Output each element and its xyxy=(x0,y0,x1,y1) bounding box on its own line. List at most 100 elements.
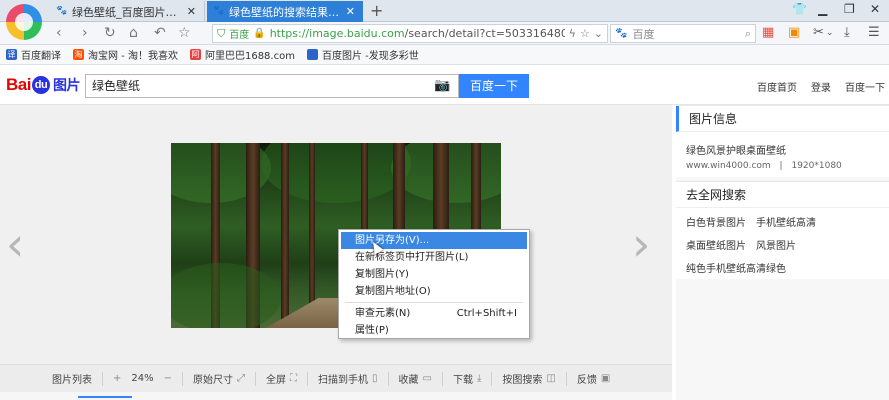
image-viewer: ‹ › 图片列表 + 24% − 原始尺寸 ⤢ 全屏 ⛶ 扫描到手机 ▯ 收藏 ▭ 下载… xyxy=(0,105,672,400)
tab-image-detail[interactable]: 🐾 绿色壁纸的搜索结果_百度图片搜索 ✕ xyxy=(207,1,363,22)
logo-bai: Bai xyxy=(6,75,31,94)
new-tab-button[interactable]: + xyxy=(370,0,383,21)
menu-icon[interactable]: ☰ xyxy=(868,25,880,41)
side-panel: 图片信息 绿色风景护眼桌面壁纸 www.win4000.com | 1920*1… xyxy=(676,105,889,400)
undo-icon[interactable]: ↶ xyxy=(154,25,166,41)
close-tab-icon[interactable]: ✕ xyxy=(187,5,196,18)
menu-item-save-image-as[interactable]: 图片另存为(V)... xyxy=(341,232,527,249)
home-icon[interactable]: ⌂ xyxy=(129,25,138,41)
original-size-button[interactable]: 原始尺寸 ⤢ xyxy=(182,371,255,386)
scissors-icon[interactable]: ✂ xyxy=(813,25,824,41)
paw-icon: 🐾 xyxy=(56,6,68,16)
menu-item-label: 图片另存为(V)... xyxy=(355,235,430,246)
star-icon[interactable]: ☆ xyxy=(178,25,191,41)
related-search-link[interactable]: 白色背景图片 xyxy=(686,214,746,229)
menu-item-open-image-new-tab[interactable]: 在新标签页中打开图片(L) xyxy=(341,249,527,266)
tab-search-results[interactable]: 🐾 绿色壁纸_百度图片搜索 ✕ xyxy=(50,1,205,22)
favorite-star-icon[interactable]: ☆ xyxy=(580,27,590,40)
meta-divider: | xyxy=(779,161,783,171)
favorite-label: 收藏 xyxy=(398,375,419,386)
menu-item-copy-image[interactable]: 复制图片(Y) xyxy=(341,266,527,283)
forward-icon[interactable]: › xyxy=(82,25,88,41)
related-search-link[interactable]: 桌面壁纸图片 xyxy=(686,237,746,252)
related-search-link[interactable]: 纯色手机壁纸高清绿色 xyxy=(686,260,816,275)
back-icon[interactable]: ‹ xyxy=(56,25,62,41)
lightning-icon[interactable]: ϟ xyxy=(569,27,576,40)
url-host: https://image.baidu.com xyxy=(269,27,405,40)
selected-thumbnail[interactable] xyxy=(78,396,132,400)
download-label: 下载 xyxy=(452,375,473,386)
phone-icon: ▯ xyxy=(372,373,378,384)
image-info-card: 图片信息 绿色风景护眼桌面壁纸 www.win4000.com | 1920*1… xyxy=(676,105,889,177)
image-list-label: 图片列表 xyxy=(52,375,92,386)
image-source[interactable]: www.win4000.com xyxy=(686,161,771,171)
zoom-out-icon[interactable]: − xyxy=(164,373,172,384)
search-button[interactable]: 百度一下 xyxy=(459,74,529,98)
next-image-arrow-icon[interactable]: › xyxy=(632,221,650,267)
menu-item-copy-image-address[interactable]: 复制图片地址(O) xyxy=(341,283,527,300)
download-button[interactable]: 下载 ⤓ xyxy=(441,371,491,386)
link-login[interactable]: 登录 xyxy=(811,79,831,94)
baidu-header: Bai du 图片 绿色壁纸 📷 百度一下 百度首页 登录 百度一下 xyxy=(0,65,889,105)
previous-image-arrow-icon[interactable]: ‹ xyxy=(6,221,24,267)
apps-grid-icon[interactable]: ▦ xyxy=(762,25,774,41)
link-baidu-home[interactable]: 百度首页 xyxy=(757,79,797,94)
minimize-icon[interactable]: ▁ xyxy=(818,2,827,16)
image-list-button[interactable]: 图片列表 xyxy=(42,372,102,386)
bookmark-taobao[interactable]: 淘 淘宝网 - 淘！我喜欢 xyxy=(73,47,178,62)
menu-item-properties[interactable]: 属性(P) xyxy=(341,322,527,339)
chevron-down-icon[interactable]: ⌄ xyxy=(594,27,603,40)
tab-label: 绿色壁纸_百度图片搜索 xyxy=(72,5,182,19)
download-icon[interactable]: ⤓ xyxy=(844,25,850,41)
menu-item-inspect-element[interactable]: 审查元素(N) Ctrl+Shift+I xyxy=(341,305,527,322)
menu-item-label: 复制图片地址(O) xyxy=(355,286,431,297)
folder-icon: ▭ xyxy=(422,373,432,384)
bookmark-baidu-images[interactable]: 🐾 百度图片 -发现多彩世 xyxy=(306,47,419,62)
restore-icon[interactable]: ❐ xyxy=(844,2,855,16)
fullscreen-label: 全屏 xyxy=(266,375,287,386)
browser-search-box[interactable]: 🐾 百度 ⌕ xyxy=(610,24,756,43)
baidu-logo[interactable]: Bai du 图片 xyxy=(6,75,80,95)
bookmark-1688[interactable]: 阿 阿里巴巴1688.com xyxy=(189,47,295,62)
zoom-control: + 24% − xyxy=(102,371,182,386)
image-title[interactable]: 绿色风景护眼桌面壁纸 xyxy=(676,132,889,157)
chevron-down-icon[interactable]: ⌄ xyxy=(826,25,834,41)
camera-icon[interactable]: 📷 xyxy=(434,78,450,93)
expand-icon: ⤢ xyxy=(237,373,246,384)
menu-item-label: 复制图片(Y) xyxy=(355,269,409,280)
close-window-icon[interactable]: ✕ xyxy=(870,2,880,16)
related-search-link[interactable]: 风景图片 xyxy=(756,237,816,252)
image-search-input[interactable]: 绿色壁纸 xyxy=(85,74,459,98)
paw-icon: 🐾 xyxy=(306,49,318,60)
browser-logo[interactable] xyxy=(6,4,42,40)
viewer-toolbar: 图片列表 + 24% − 原始尺寸 ⤢ 全屏 ⛶ 扫描到手机 ▯ 收藏 ▭ 下载 ⤓ 按图… xyxy=(0,364,672,392)
fullscreen-button[interactable]: 全屏 ⛶ xyxy=(255,371,307,386)
menu-separator xyxy=(345,302,523,303)
search-placeholder: 百度 xyxy=(632,27,655,41)
scan-label: 扫描到手机 xyxy=(318,375,369,386)
zoom-in-icon[interactable]: + xyxy=(113,373,121,384)
search-by-image-button[interactable]: 按图搜索 ◫ xyxy=(491,371,565,386)
download-icon: ⤓ xyxy=(476,373,482,384)
thumbnail-strip xyxy=(0,392,672,400)
coupon-icon[interactable]: ▣ xyxy=(788,25,800,41)
close-tab-icon[interactable]: ✕ xyxy=(346,5,355,18)
paw-icon: 🐾 xyxy=(213,6,225,16)
link-baidu-yixia[interactable]: 百度一下 xyxy=(845,79,885,94)
context-menu: 图片另存为(V)... 在新标签页中打开图片(L) 复制图片(Y) 复制图片地址… xyxy=(338,229,530,339)
shirt-icon[interactable]: 👕 xyxy=(792,2,807,16)
logo-du: du xyxy=(31,76,50,94)
scan-to-phone-button[interactable]: 扫描到手机 ▯ xyxy=(307,371,388,386)
search-icon[interactable]: ⌕ xyxy=(745,27,751,41)
related-search-link[interactable]: 手机壁纸高清 xyxy=(756,214,816,229)
image-meta: www.win4000.com | 1920*1080 xyxy=(676,157,889,171)
favorite-button[interactable]: 收藏 ▭ xyxy=(387,371,442,386)
bookmark-baidu-fanyi[interactable]: 译 百度翻译 xyxy=(6,47,61,62)
url-path: /search/detail?ct=503316480&z xyxy=(404,27,565,40)
address-bar[interactable]: ⛉ 百度 🔒 https://image.baidu.com/search/de… xyxy=(212,24,608,43)
feedback-button[interactable]: 反馈 ▣ xyxy=(565,371,620,386)
image-info-heading: 图片信息 xyxy=(676,106,889,132)
translate-icon: 译 xyxy=(6,49,17,60)
refresh-icon[interactable]: ↻ xyxy=(104,25,116,41)
url-text[interactable]: https://image.baidu.com/search/detail?ct… xyxy=(270,27,565,40)
